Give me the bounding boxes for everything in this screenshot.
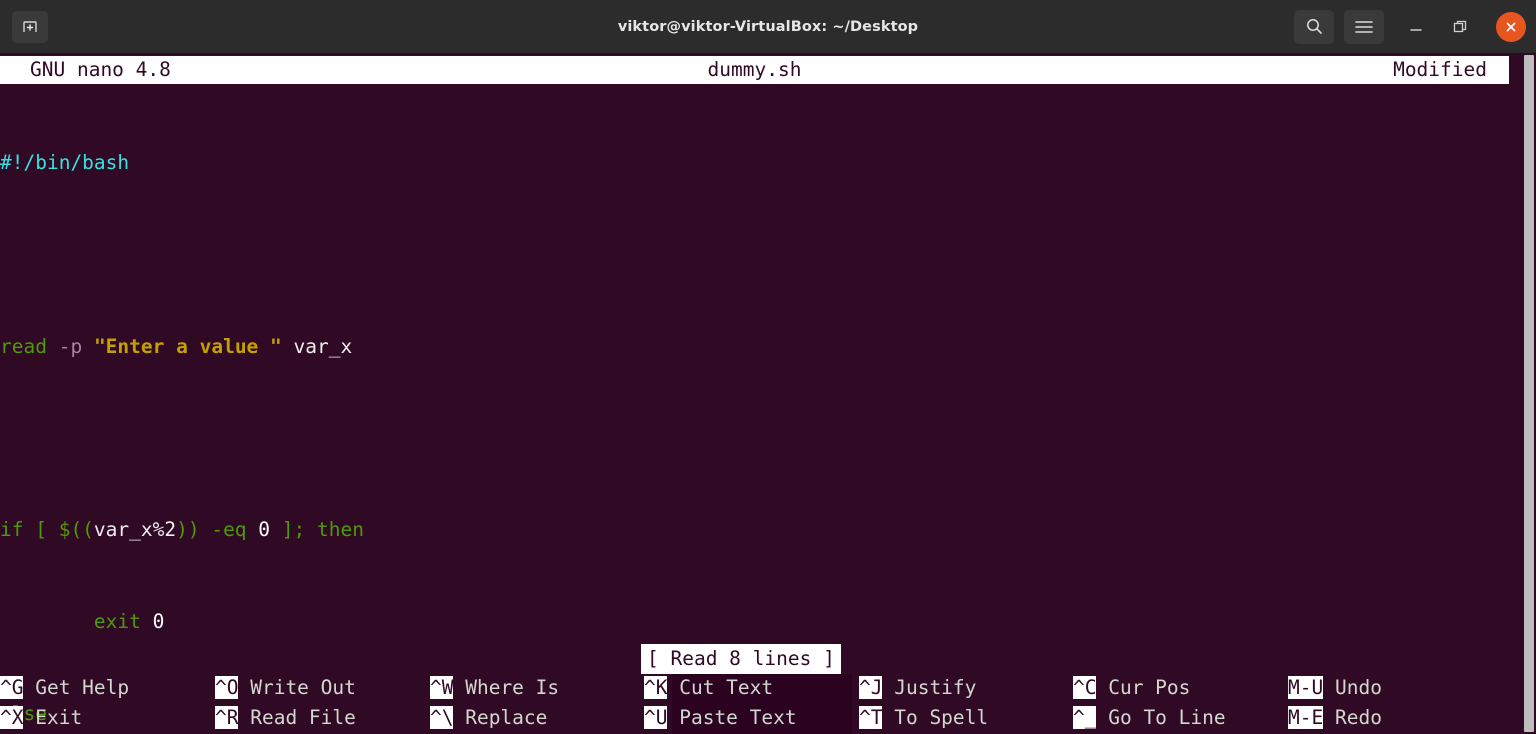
shortcut-label-to-spell: To Spell: [882, 706, 989, 730]
shortcut-go-to-line[interactable]: ^_ Go To Line: [1073, 703, 1226, 734]
shortcut-label-get-help: Get Help: [23, 675, 130, 699]
line-5-then: ]; then: [270, 518, 364, 542]
editor-line-1: #!/bin/bash: [0, 148, 1500, 179]
shortcut-paste-text[interactable]: ^U Paste Text: [644, 703, 797, 734]
hamburger-menu-icon[interactable]: [1344, 9, 1384, 44]
shortcut-row-2: ^X Exit ^R Read File ^\ Replace ^U Paste…: [0, 703, 1500, 734]
shortcut-label-undo: Undo: [1323, 675, 1382, 699]
shortcut-undo[interactable]: M-U Undo: [1288, 673, 1382, 704]
shortcut-key-where-is: ^W: [430, 675, 454, 699]
terminal-scrollbar[interactable]: [1522, 53, 1536, 734]
line-3-string: "Enter a value ": [93, 334, 282, 358]
shortcut-row-1: ^G Get Help ^O Write Out ^W Where Is ^K …: [0, 673, 1500, 704]
titlebar-left-controls: [0, 10, 48, 43]
shortcut-read-file[interactable]: ^R Read File: [215, 703, 356, 734]
nano-title-bar: GNU nano 4.8 dummy.sh Modified: [0, 56, 1509, 84]
editor-line-4: [0, 424, 1500, 455]
terminal-body[interactable]: GNU nano 4.8 dummy.sh Modified #!/bin/ba…: [0, 53, 1536, 734]
line-5-if-open: if [ $((: [0, 518, 94, 542]
shortcut-where-is[interactable]: ^W Where Is: [430, 673, 559, 704]
status-message: [ Read 8 lines ]: [641, 644, 841, 674]
shortcut-label-write-out: Write Out: [238, 675, 356, 699]
line-3-space2: [282, 335, 294, 358]
line-3-flag: -p: [58, 334, 83, 358]
nano-filename: dummy.sh: [707, 57, 802, 81]
shortcut-label-where-is: Where Is: [453, 675, 560, 699]
search-icon[interactable]: [1294, 9, 1334, 44]
shortcut-key-go-to-line: ^_: [1073, 706, 1097, 730]
shortcut-label-cur-pos: Cur Pos: [1096, 675, 1191, 699]
shortcut-key-write-out: ^O: [215, 675, 239, 699]
shortcut-redo[interactable]: M-E Redo: [1288, 703, 1382, 734]
shortcut-key-undo: M-U: [1288, 675, 1324, 699]
line-3-variable: var_x: [293, 334, 353, 358]
line-6-number: 0: [152, 610, 165, 634]
shortcut-label-replace: Replace: [453, 706, 548, 730]
shortcut-write-out[interactable]: ^O Write Out: [215, 673, 356, 704]
shortcut-key-replace: ^\: [430, 706, 454, 730]
window-titlebar: viktor@viktor-VirtualBox: ~/Desktop: [0, 0, 1536, 53]
line-3-command: read: [0, 334, 59, 358]
shortcut-label-cut-text: Cut Text: [667, 675, 774, 699]
titlebar-right-controls: [1294, 0, 1526, 53]
line-1-comment: #!/bin/bash: [0, 151, 130, 175]
minimize-icon[interactable]: [1394, 10, 1438, 44]
shortcut-label-paste-text: Paste Text: [667, 706, 797, 730]
shortcut-key-get-help: ^G: [0, 675, 24, 699]
editor-line-5: if [ $((var_x%2)) -eq 0 ]; then: [0, 515, 1500, 546]
shortcut-label-exit: Exit: [23, 706, 83, 730]
close-icon[interactable]: [1496, 11, 1526, 42]
shortcut-label-redo: Redo: [1323, 706, 1382, 730]
shortcut-to-spell[interactable]: ^T To Spell: [859, 703, 988, 734]
shortcut-label-read-file: Read File: [238, 706, 356, 730]
line-5-eq: )) -eq: [176, 518, 259, 542]
editor-text-area[interactable]: #!/bin/bash read -p "Enter a value " var…: [0, 87, 1500, 734]
line-5-expression: var_x%2: [93, 518, 177, 542]
shortcut-key-cut-text: ^K: [644, 675, 668, 699]
shortcut-get-help[interactable]: ^G Get Help: [0, 673, 129, 704]
shortcut-label-justify: Justify: [882, 675, 977, 699]
line-6-exit: exit: [0, 610, 153, 634]
shortcut-replace[interactable]: ^\ Replace: [430, 703, 547, 734]
shortcut-exit[interactable]: ^X Exit: [0, 703, 82, 734]
shortcut-cur-pos[interactable]: ^C Cur Pos: [1073, 673, 1190, 704]
nano-modified-flag: Modified: [1393, 57, 1487, 81]
shortcut-key-exit: ^X: [0, 706, 24, 730]
shortcut-cut-text[interactable]: ^K Cut Text: [644, 673, 773, 704]
new-tab-icon[interactable]: [12, 10, 48, 43]
shortcut-label-go-to-line: Go To Line: [1096, 706, 1226, 730]
shortcut-key-justify: ^J: [859, 675, 883, 699]
shortcut-key-paste-text: ^U: [644, 706, 668, 730]
line-3-space: [82, 335, 94, 358]
scrollbar-thumb[interactable]: [1524, 55, 1534, 732]
editor-line-2: [0, 240, 1500, 271]
shortcut-key-to-spell: ^T: [859, 706, 883, 730]
terminal-window: viktor@viktor-VirtualBox: ~/Desktop GNU …: [0, 0, 1536, 734]
maximize-restore-icon[interactable]: [1438, 10, 1482, 44]
line-5-number: 0: [258, 518, 271, 542]
shortcut-key-cur-pos: ^C: [1073, 675, 1097, 699]
shortcut-key-redo: M-E: [1288, 706, 1324, 730]
nano-shortcut-bar: ^G Get Help ^O Write Out ^W Where Is ^K …: [0, 673, 1500, 734]
shortcut-justify[interactable]: ^J Justify: [859, 673, 976, 704]
editor-line-6: exit 0: [0, 607, 1500, 638]
shortcut-key-read-file: ^R: [215, 706, 239, 730]
editor-line-3: read -p "Enter a value " var_x: [0, 332, 1500, 363]
